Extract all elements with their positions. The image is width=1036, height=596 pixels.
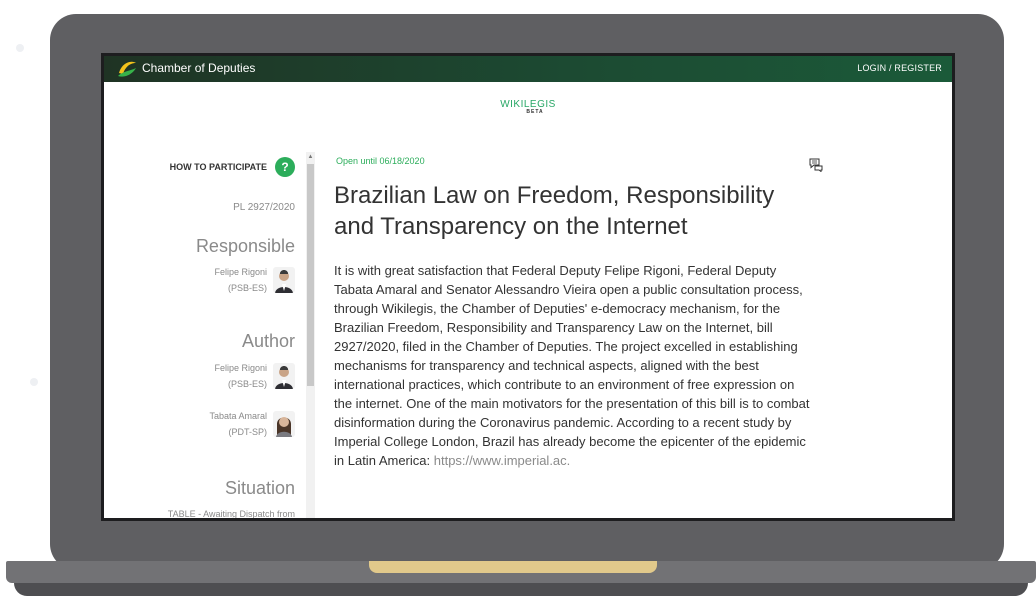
bill-description: It is with great satisfaction that Feder… xyxy=(334,261,814,470)
open-until-date: Open until 06/18/2020 xyxy=(336,156,425,166)
top-navbar: Chamber of Deputies LOGIN / REGISTER xyxy=(104,56,952,82)
person-party: (PSB-ES) xyxy=(227,283,267,293)
background-dot xyxy=(16,44,24,52)
person-name: Tabata Amaral xyxy=(209,411,267,421)
person-name: Felipe Rigoni xyxy=(214,267,267,277)
bill-description-text: It is with great satisfaction that Feder… xyxy=(334,263,810,468)
responsible-heading: Responsible xyxy=(195,236,295,256)
bill-title: Brazilian Law on Freedom, Responsibility… xyxy=(334,182,775,240)
how-to-participate-label: HOW TO PARTICIPATE xyxy=(169,162,267,172)
person-party: (PSB-ES) xyxy=(227,379,267,389)
background-dot xyxy=(30,378,38,386)
comments-icon[interactable] xyxy=(809,158,823,172)
author-heading: Author xyxy=(241,331,295,351)
bill-number: PL 2927/2020 xyxy=(233,202,295,213)
wikilegis-logo[interactable]: WIKILEGIS BETA xyxy=(104,99,952,115)
scroll-up-arrow-icon[interactable]: ▲ xyxy=(306,152,315,162)
app-title[interactable]: Chamber of Deputies xyxy=(142,61,255,75)
person-party: (PDT-SP) xyxy=(228,427,267,437)
situation-heading: Situation xyxy=(224,478,295,498)
laptop-screen: Chamber of Deputies LOGIN / REGISTER WIK… xyxy=(101,53,955,521)
bill-info-sidebar: HOW TO PARTICIPATE ? PL 2927/2020 Respon… xyxy=(104,152,297,519)
avatar xyxy=(273,411,295,437)
situation-detail: TABLE - Awaiting Dispatch from xyxy=(167,509,295,519)
chamber-logo-icon[interactable] xyxy=(116,59,138,79)
login-register-link[interactable]: LOGIN / REGISTER xyxy=(857,63,942,73)
laptop-hinge xyxy=(369,561,657,573)
author-person[interactable]: Felipe Rigoni (PSB-ES) xyxy=(214,360,295,392)
imperial-college-link[interactable]: https://www.imperial.ac. xyxy=(434,453,571,468)
scrollbar-thumb[interactable] xyxy=(307,164,314,386)
avatar xyxy=(273,267,295,293)
beta-label: BETA xyxy=(526,109,544,115)
person-name: Felipe Rigoni xyxy=(214,363,267,373)
how-to-participate[interactable]: HOW TO PARTICIPATE ? xyxy=(170,156,295,178)
help-icon[interactable]: ? xyxy=(275,157,295,177)
laptop-base-bottom xyxy=(14,583,1028,596)
avatar xyxy=(273,363,295,389)
author-person[interactable]: Tabata Amaral (PDT-SP) xyxy=(209,408,295,440)
responsible-person[interactable]: Felipe Rigoni (PSB-ES) xyxy=(214,264,295,296)
sidebar-scrollbar[interactable]: ▲ xyxy=(306,152,315,518)
